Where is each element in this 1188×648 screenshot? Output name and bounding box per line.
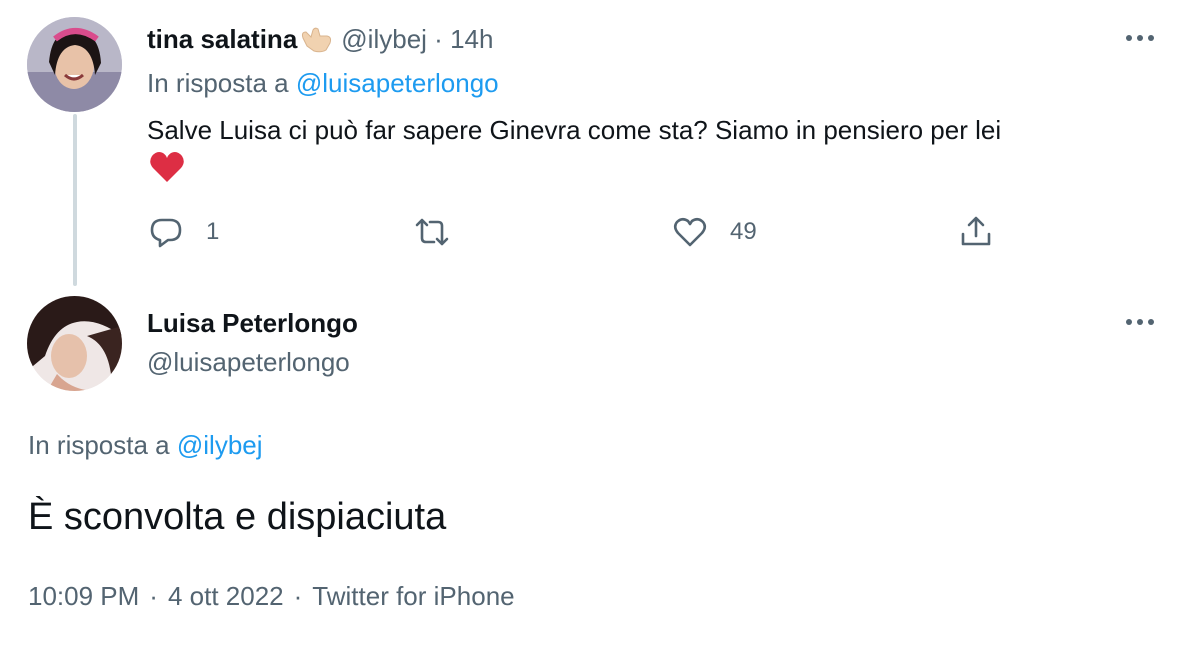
call-me-hand-emoji xyxy=(299,24,333,54)
reply-count: 1 xyxy=(206,218,220,245)
more-horizontal-icon[interactable] xyxy=(1124,316,1156,328)
reply-context: In risposta a @ilybej xyxy=(28,429,263,461)
tweet-text: Salve Luisa ci può far sapere Ginevra co… xyxy=(147,115,1002,145)
user-handle[interactable]: @ilybej xyxy=(341,24,427,54)
tweet-metadata: 10:09 PM · 4 ott 2022 · Twitter for iPhone xyxy=(28,580,515,612)
red-heart-emoji xyxy=(150,152,184,182)
tweet-date[interactable]: 4 ott 2022 xyxy=(168,581,284,611)
reply-bubble-icon xyxy=(150,218,182,248)
reply-prefix: In risposta a xyxy=(147,68,289,98)
display-name[interactable]: tina salatina xyxy=(147,24,297,54)
reply-context: In risposta a @luisapeterlongo xyxy=(147,68,499,98)
share-button[interactable] xyxy=(958,210,994,254)
reply-prefix: In risposta a xyxy=(28,430,170,460)
heart-outline-icon xyxy=(673,217,707,247)
display-name[interactable]: Luisa Peterlongo xyxy=(147,307,358,339)
retweet-button[interactable] xyxy=(414,210,472,254)
separator-dot: · xyxy=(149,581,158,611)
tweet-time[interactable]: 10:09 PM xyxy=(28,581,139,611)
reply-tweet: tina salatina @ilybej · 14h In risposta a… xyxy=(0,0,1188,290)
share-upload-icon xyxy=(961,216,991,246)
retweet-icon xyxy=(415,218,449,246)
tweet-text: È sconvolta e dispiaciuta xyxy=(28,496,447,538)
separator-dot: · xyxy=(293,581,303,611)
separator-dot: · xyxy=(434,24,443,54)
mention-link[interactable]: @ilybej xyxy=(177,430,263,460)
tweet-source[interactable]: Twitter for iPhone xyxy=(312,581,514,611)
like-button[interactable]: 49 xyxy=(672,210,757,254)
avatar[interactable] xyxy=(27,17,122,112)
avatar[interactable] xyxy=(27,296,122,391)
more-horizontal-icon[interactable] xyxy=(1124,32,1156,44)
action-bar: 1 49 xyxy=(0,210,1188,254)
reply-button[interactable]: 1 xyxy=(148,210,219,254)
mention-link[interactable]: @luisapeterlongo xyxy=(296,68,499,98)
user-handle[interactable]: @luisapeterlongo xyxy=(147,346,350,378)
tweet-time[interactable]: 14h xyxy=(450,24,493,54)
reply-header: tina salatina @ilybej · 14h xyxy=(147,24,493,54)
like-count: 49 xyxy=(730,218,757,245)
